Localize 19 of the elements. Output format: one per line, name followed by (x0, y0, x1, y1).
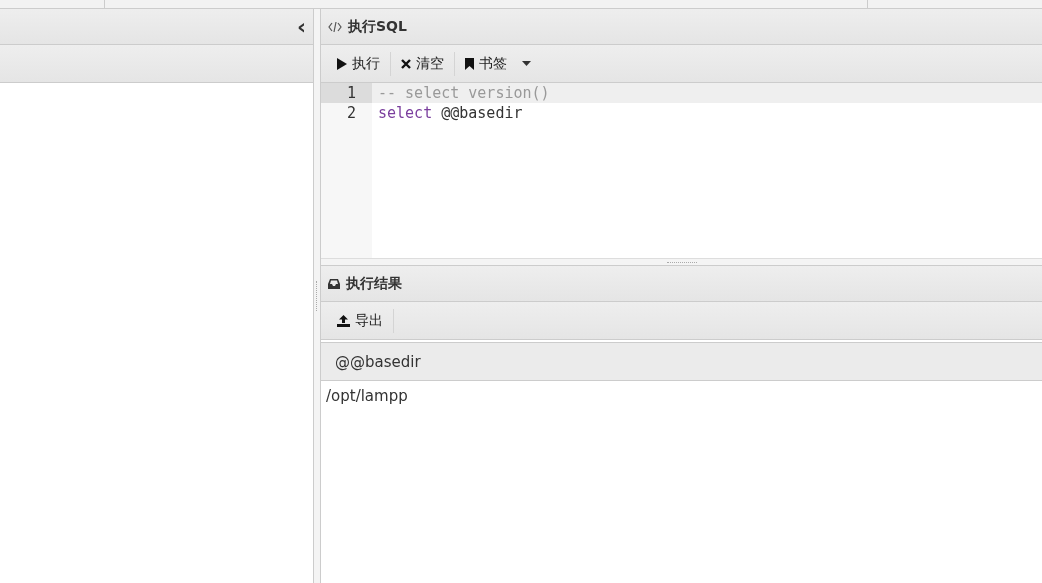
export-button[interactable]: 导出 (327, 307, 393, 334)
column-header[interactable]: @@basedir (321, 342, 1042, 381)
panel-title: 执行SQL (348, 17, 407, 36)
panel-title: 执行结果 (346, 274, 402, 293)
line-number: 2 (345, 103, 357, 123)
code-line: -- select version() (378, 84, 550, 102)
line-number: 1 (321, 83, 372, 103)
collapse-icon[interactable]: ‹ (296, 15, 306, 38)
table-cell: /opt/lampp (321, 380, 1042, 411)
code-line: select @@basedir (378, 104, 523, 122)
code-icon (328, 20, 342, 33)
run-button[interactable]: 执行 (327, 50, 390, 77)
clear-button[interactable]: 清空 (391, 50, 454, 77)
bookmark-icon (465, 57, 474, 70)
upload-icon (337, 314, 350, 327)
bookmark-button[interactable]: 书签 (455, 50, 541, 77)
close-icon (401, 58, 411, 69)
play-icon (337, 57, 347, 70)
inbox-icon (328, 278, 340, 289)
